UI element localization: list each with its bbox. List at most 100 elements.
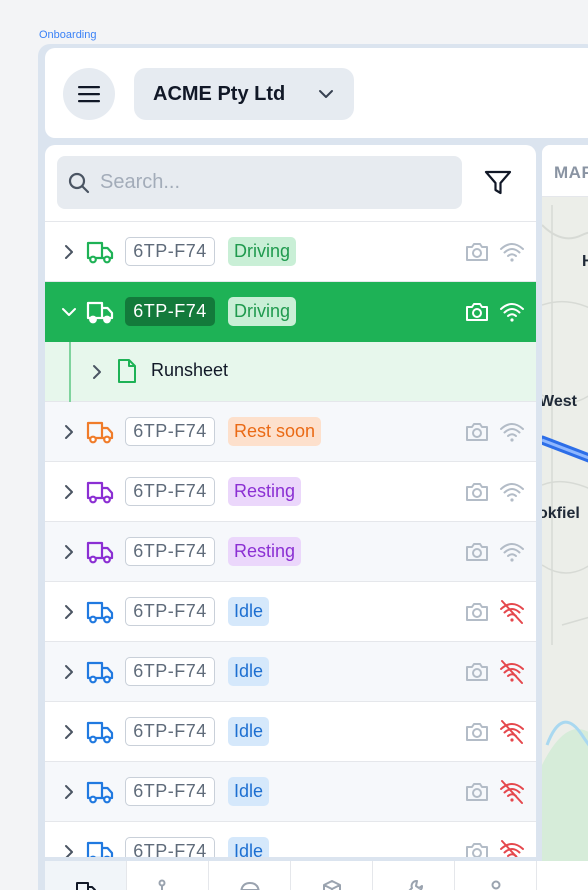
runsheet-label: Runsheet <box>151 360 229 380</box>
camera-icon[interactable] <box>464 720 490 744</box>
truck-icon <box>86 541 114 564</box>
nav-item-route[interactable] <box>127 861 209 890</box>
chevron-right-icon[interactable] <box>62 544 76 560</box>
chevron-right-icon[interactable] <box>62 484 76 500</box>
nav-item-wrench[interactable] <box>373 861 455 890</box>
vehicle-plate: 6TP-F74 <box>125 237 215 266</box>
nav-item-package[interactable] <box>291 861 373 890</box>
wifi-icon <box>500 243 524 262</box>
tree-line <box>69 342 71 402</box>
wifi-icon <box>500 483 524 502</box>
truck-icon <box>86 301 114 324</box>
vehicle-row[interactable]: 6TP-F74 Resting <box>45 462 536 522</box>
wifi-off-icon <box>500 780 524 804</box>
search-box[interactable] <box>57 156 462 209</box>
wifi-icon <box>500 543 524 562</box>
camera-icon[interactable] <box>464 540 490 564</box>
chevron-right-icon[interactable] <box>90 364 104 380</box>
vehicle-plate: 6TP-F74 <box>125 477 215 506</box>
truck-icon <box>86 841 114 857</box>
camera-icon[interactable] <box>464 780 490 804</box>
wifi-off-icon <box>500 660 524 684</box>
status-badge: Idle <box>228 597 270 626</box>
map-place-label: okfiel <box>542 505 580 522</box>
truck-icon <box>86 481 114 504</box>
search-input[interactable] <box>100 171 440 194</box>
nav-item-user[interactable] <box>455 861 537 890</box>
truck-icon <box>86 781 114 804</box>
vehicle-list: 6TP-F74 Driving 6TP-F74 Driving Runsheet 6TP-… <box>45 221 536 857</box>
vehicle-row[interactable]: 6TP-F74 Driving <box>45 222 536 282</box>
truck-icon <box>75 882 96 890</box>
menu-button[interactable] <box>63 68 115 120</box>
vehicle-row[interactable]: 6TP-F74 Idle <box>45 582 536 642</box>
wifi-off-icon <box>500 720 524 744</box>
runsheet-row[interactable]: Runsheet <box>45 342 536 402</box>
camera-icon[interactable] <box>464 240 490 264</box>
vehicle-list-panel: 6TP-F74 Driving 6TP-F74 Driving Runsheet 6TP-… <box>45 145 536 857</box>
chevron-down-icon[interactable] <box>62 304 76 320</box>
status-badge: Idle <box>228 657 270 686</box>
filter-button[interactable] <box>482 167 514 199</box>
package-icon <box>322 880 341 890</box>
vehicle-row[interactable]: 6TP-F74 Rest soon <box>45 402 536 462</box>
chevron-right-icon[interactable] <box>62 664 76 680</box>
status-badge: Resting <box>228 537 302 566</box>
vehicle-plate: 6TP-F74 <box>125 417 215 446</box>
bottom-navigation <box>45 861 588 890</box>
filter-icon <box>484 170 512 195</box>
map-panel[interactable]: MAP H West okfiel <box>542 145 588 890</box>
frame-label: Onboarding <box>39 29 97 41</box>
chevron-right-icon[interactable] <box>62 844 76 857</box>
vehicle-row[interactable]: 6TP-F74 Resting <box>45 522 536 582</box>
truck-icon <box>86 721 114 744</box>
wifi-off-icon <box>500 600 524 624</box>
hamburger-icon <box>78 86 100 103</box>
camera-icon[interactable] <box>464 600 490 624</box>
vehicle-plate: 6TP-F74 <box>125 717 215 746</box>
chevron-down-icon <box>319 90 333 98</box>
camera-icon[interactable] <box>464 420 490 444</box>
camera-icon[interactable] <box>464 840 490 857</box>
truck-icon <box>86 421 114 444</box>
wrench-icon <box>408 880 423 890</box>
map-place-label: West <box>542 393 577 410</box>
vehicle-row[interactable]: 6TP-F74 Idle <box>45 642 536 702</box>
chevron-right-icon[interactable] <box>62 244 76 260</box>
chevron-right-icon[interactable] <box>62 784 76 800</box>
vehicle-row[interactable]: 6TP-F74 Idle <box>45 762 536 822</box>
organization-select[interactable]: ACME Pty Ltd <box>134 68 354 120</box>
status-badge: Idle <box>228 777 270 806</box>
camera-icon[interactable] <box>464 660 490 684</box>
status-badge: Idle <box>228 717 270 746</box>
status-badge: Driving <box>228 237 297 266</box>
wifi-icon <box>500 303 524 322</box>
tab-map[interactable]: MAP <box>554 163 588 183</box>
vehicle-plate: 6TP-F74 <box>125 837 215 857</box>
truck-icon <box>86 661 114 684</box>
camera-icon[interactable] <box>464 300 490 324</box>
route-icon <box>158 879 165 890</box>
truck-icon <box>86 241 114 264</box>
camera-icon[interactable] <box>464 480 490 504</box>
helmet-icon <box>239 881 260 890</box>
wifi-icon <box>500 423 524 442</box>
vehicle-row[interactable]: 6TP-F74 Idle <box>45 702 536 762</box>
chevron-right-icon[interactable] <box>62 424 76 440</box>
nav-item-helmet[interactable] <box>209 861 291 890</box>
vehicle-plate: 6TP-F74 <box>125 777 215 806</box>
vehicle-row[interactable]: 6TP-F74 Driving <box>45 282 536 342</box>
user-icon <box>491 880 500 890</box>
chevron-right-icon[interactable] <box>62 724 76 740</box>
chevron-right-icon[interactable] <box>62 604 76 620</box>
wifi-off-icon <box>500 840 524 857</box>
vehicle-row[interactable]: 6TP-F74 Idle <box>45 822 536 857</box>
vehicle-plate: 6TP-F74 <box>125 537 215 566</box>
nav-item-truck[interactable] <box>45 861 127 890</box>
map-place-label: H <box>582 253 588 270</box>
status-badge: Rest soon <box>228 417 322 446</box>
organization-name: ACME Pty Ltd <box>153 82 286 105</box>
truck-icon <box>86 601 114 624</box>
vehicle-plate: 6TP-F74 <box>125 657 215 686</box>
vehicle-plate: 6TP-F74 <box>125 597 215 626</box>
